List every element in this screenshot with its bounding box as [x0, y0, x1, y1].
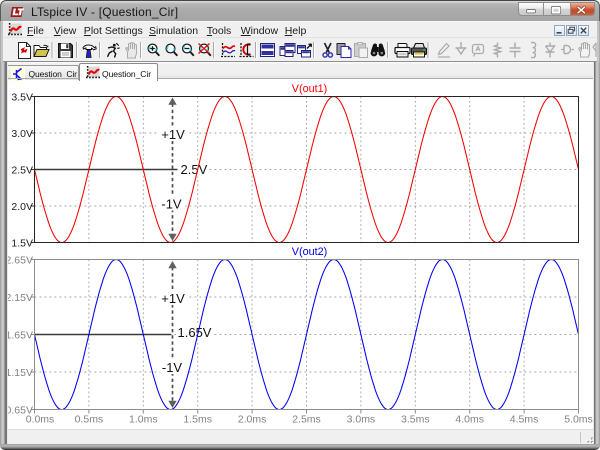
svg-text:+1V: +1V [161, 291, 185, 306]
svg-text:1.5ms: 1.5ms [183, 414, 212, 426]
svg-text:2.5V: 2.5V [11, 164, 33, 176]
svg-text:3.0ms: 3.0ms [347, 414, 376, 426]
svg-text:V(out2): V(out2) [292, 246, 327, 258]
svg-text:4.5ms: 4.5ms [510, 414, 539, 426]
svg-text:1.0ms: 1.0ms [129, 414, 158, 426]
svg-text:+1V: +1V [161, 127, 185, 142]
svg-text:2.5ms: 2.5ms [292, 414, 321, 426]
svg-text:-1V: -1V [162, 360, 183, 375]
svg-text:1.15V: 1.15V [6, 367, 33, 379]
svg-text:1.5V: 1.5V [11, 237, 33, 249]
svg-text:2.15V: 2.15V [6, 292, 33, 304]
svg-text:2.0ms: 2.0ms [238, 414, 267, 426]
svg-text:3.5ms: 3.5ms [401, 414, 430, 426]
svg-text:0.0ms: 0.0ms [26, 414, 55, 426]
svg-text:5.0ms: 5.0ms [564, 414, 593, 426]
svg-text:2.0V: 2.0V [11, 201, 33, 213]
svg-text:3.0V: 3.0V [11, 128, 33, 140]
svg-text:V(out1): V(out1) [292, 83, 327, 95]
svg-text:1.65V: 1.65V [178, 325, 212, 340]
svg-text:4.0ms: 4.0ms [455, 414, 484, 426]
svg-text:-1V: -1V [161, 197, 182, 212]
svg-text:2.5V: 2.5V [181, 162, 208, 177]
svg-text:0.5ms: 0.5ms [75, 414, 104, 426]
svg-text:3.5V: 3.5V [11, 91, 33, 103]
svg-text:1.65V: 1.65V [6, 329, 33, 341]
svg-text:2.65V: 2.65V [6, 254, 33, 266]
